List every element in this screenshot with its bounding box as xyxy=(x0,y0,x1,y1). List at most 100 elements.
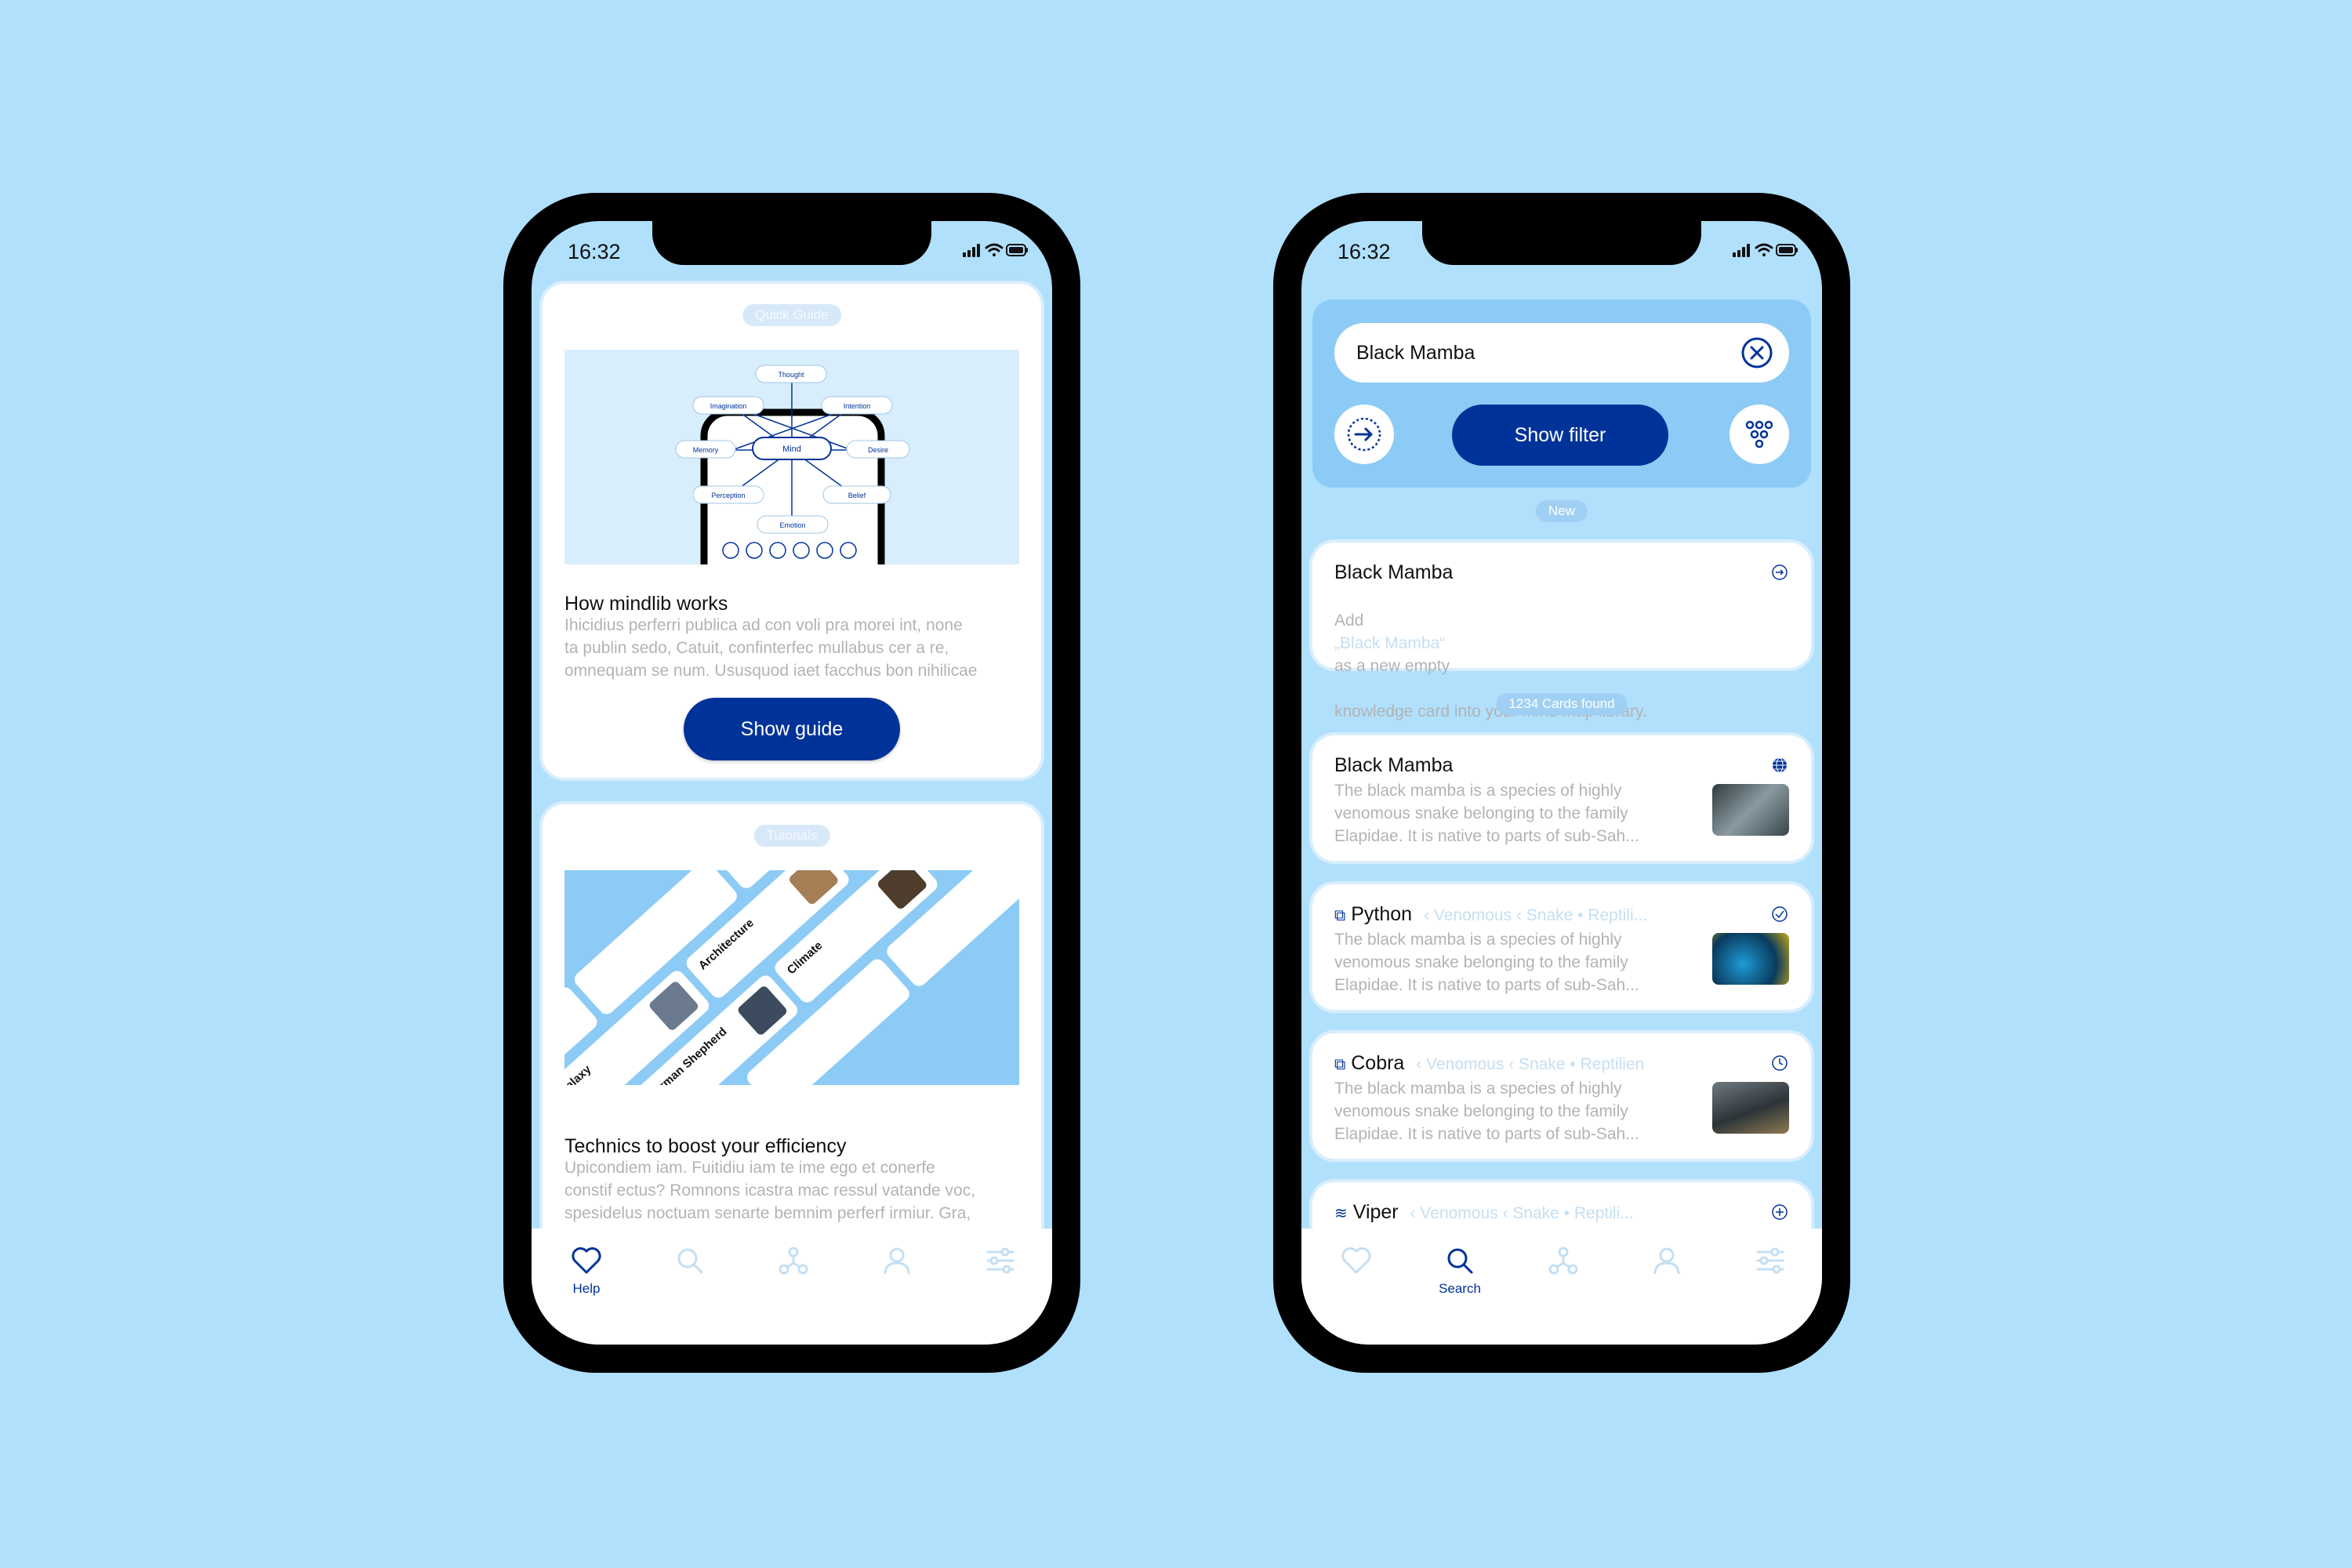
search-input[interactable]: Black Mamba xyxy=(1334,323,1789,383)
svg-text:Thought: Thought xyxy=(778,371,804,379)
result-card[interactable]: Black Mamba The black mamba is a species… xyxy=(1312,735,1811,861)
show-filter-button[interactable]: Show filter xyxy=(1452,405,1668,466)
tab-help[interactable]: Help xyxy=(555,1246,618,1297)
result-thumbnail xyxy=(1712,1082,1789,1134)
user-icon xyxy=(1653,1247,1680,1275)
diagram-node: Imagination xyxy=(692,396,764,415)
diagram-node: Thought xyxy=(755,365,827,383)
tutorial-description: Upicondiem iam. Fuitidiu iam te ime ego … xyxy=(564,1159,976,1222)
search-icon xyxy=(1447,1248,1473,1274)
tab-search[interactable] xyxy=(659,1246,721,1279)
cellular-signal-icon xyxy=(1733,244,1750,257)
tab-profile[interactable] xyxy=(1635,1246,1698,1279)
diagram-node: Belief xyxy=(822,485,891,504)
hierarchy-button[interactable] xyxy=(1730,405,1789,464)
tab-bar: Help xyxy=(532,1229,1052,1345)
network-icon xyxy=(1548,1247,1578,1275)
link-icon: ⧉ xyxy=(1334,1056,1346,1073)
result-description: The black mamba is a species of highly v… xyxy=(1334,1080,1639,1143)
notch xyxy=(652,221,931,265)
section-pill-tutorials: Tutorials xyxy=(753,825,830,847)
diagram-node: Perception xyxy=(692,485,764,504)
status-icons xyxy=(1733,241,1798,263)
tab-settings[interactable] xyxy=(1739,1246,1802,1279)
result-title-row: ⧉ Python ‹ Venomous ‹ Snake • Reptili... xyxy=(1334,903,1647,926)
heart-icon xyxy=(1341,1247,1371,1274)
arrow-right-circle-icon[interactable] xyxy=(1770,563,1789,582)
result-title: Black Mamba xyxy=(1334,754,1454,776)
diagram-node: Memory xyxy=(675,440,736,459)
quick-guide-card: Quick Guide Thought Imagination Intentio… xyxy=(543,284,1041,778)
tab-profile[interactable] xyxy=(866,1246,928,1279)
svg-text:Perception: Perception xyxy=(711,492,745,499)
result-title-row: ≋ Viper ‹ Venomous ‹ Snake • Reptili... xyxy=(1334,1201,1634,1224)
notch xyxy=(1422,221,1701,265)
diagram-node: Intention xyxy=(821,396,893,415)
svg-text:Memory: Memory xyxy=(693,446,719,454)
tab-mindmap[interactable] xyxy=(1532,1246,1595,1279)
cards-found-pill: 1234 Cards found xyxy=(1496,693,1628,715)
diagram-center-node: Mind xyxy=(752,437,832,460)
add-prefix: Add xyxy=(1334,612,1364,630)
screen: 16:32 xyxy=(532,221,1052,1345)
status-time: 16:32 xyxy=(568,240,621,263)
diagram-node: Desire xyxy=(846,440,910,459)
result-title: Python xyxy=(1351,903,1413,925)
plus-circle-icon xyxy=(1772,1204,1788,1220)
result-description: The black mamba is a species of highly v… xyxy=(1334,782,1639,845)
go-button[interactable] xyxy=(1334,405,1394,464)
link-icon: ⧉ xyxy=(1334,907,1346,924)
guide-title: How mindlib works xyxy=(564,593,728,615)
result-title: Cobra xyxy=(1351,1052,1405,1074)
svg-text:Desire: Desire xyxy=(868,446,888,454)
svg-text:Mind: Mind xyxy=(782,445,801,454)
clock-icon xyxy=(1772,1055,1788,1071)
mind-map-illustration: Thought Imagination Intention Memory Min… xyxy=(564,350,1019,564)
battery-icon xyxy=(1006,244,1028,256)
result-thumbnail xyxy=(1712,933,1789,985)
status-icons xyxy=(963,241,1029,263)
clear-search-icon[interactable] xyxy=(1740,336,1773,369)
result-title: Viper xyxy=(1352,1201,1399,1223)
result-breadcrumb: ‹ Venomous ‹ Snake • Reptilien xyxy=(1416,1055,1645,1073)
result-card[interactable]: ⧉ Cobra ‹ Venomous ‹ Snake • Reptilien T… xyxy=(1312,1033,1811,1159)
status-time: 16:32 xyxy=(1338,240,1391,263)
tab-help[interactable] xyxy=(1325,1246,1388,1279)
tutorial-title: Technics to boost your efficiency xyxy=(564,1135,847,1157)
show-guide-button[interactable]: Show guide xyxy=(684,698,900,760)
tab-label-help: Help xyxy=(572,1281,601,1296)
sliders-icon xyxy=(1756,1247,1784,1274)
tab-mindmap[interactable] xyxy=(762,1246,825,1279)
result-description: The black mamba is a species of highly v… xyxy=(1334,931,1639,994)
tab-search[interactable]: Search xyxy=(1428,1246,1491,1297)
tab-bar: Search xyxy=(1301,1229,1822,1345)
screen: 16:32 xyxy=(1301,221,1822,1345)
search-panel: Black Mamba Show filter xyxy=(1312,299,1811,488)
phone-search-screen: 16:32 Black Mamba Show filter New Black … xyxy=(1273,193,1850,1373)
add-term: „Black Mamba“ xyxy=(1334,634,1446,652)
new-card-suggestion[interactable]: Black Mamba Add „Black Mamba“ as a new e… xyxy=(1312,543,1811,720)
wifi-icon xyxy=(985,243,1004,256)
tutorial-collage: Galaxy Architecture German Shepherd Clim… xyxy=(564,870,1019,1085)
heart-icon xyxy=(572,1247,601,1274)
svg-text:Belief: Belief xyxy=(848,492,866,499)
search-input-value: Black Mamba xyxy=(1356,342,1475,364)
arrow-right-circle-icon xyxy=(1347,417,1381,452)
section-pill-quick-guide: Quick Guide xyxy=(742,304,841,326)
network-icon xyxy=(779,1247,808,1275)
svg-text:Emotion: Emotion xyxy=(779,521,805,529)
phone-help-screen: 16:32 Quick Guide Thought Imagination In… xyxy=(503,193,1080,1373)
result-thumbnail xyxy=(1712,784,1789,836)
sliders-icon xyxy=(986,1247,1014,1274)
globe-icon xyxy=(1773,757,1787,773)
result-card[interactable]: ⧉ Python ‹ Venomous ‹ Snake • Reptili...… xyxy=(1312,884,1811,1010)
new-pill: New xyxy=(1535,500,1588,522)
wifi-icon xyxy=(1755,243,1773,256)
result-title-row: ⧉ Cobra ‹ Venomous ‹ Snake • Reptilien xyxy=(1334,1052,1644,1075)
tab-label-search: Search xyxy=(1439,1281,1481,1296)
result-breadcrumb: ‹ Venomous ‹ Snake • Reptili... xyxy=(1424,906,1648,924)
result-breadcrumb: ‹ Venomous ‹ Snake • Reptili... xyxy=(1410,1204,1634,1222)
svg-text:Intention: Intention xyxy=(844,402,871,410)
tab-settings[interactable] xyxy=(969,1246,1032,1279)
hierarchy-icon xyxy=(1745,420,1773,448)
